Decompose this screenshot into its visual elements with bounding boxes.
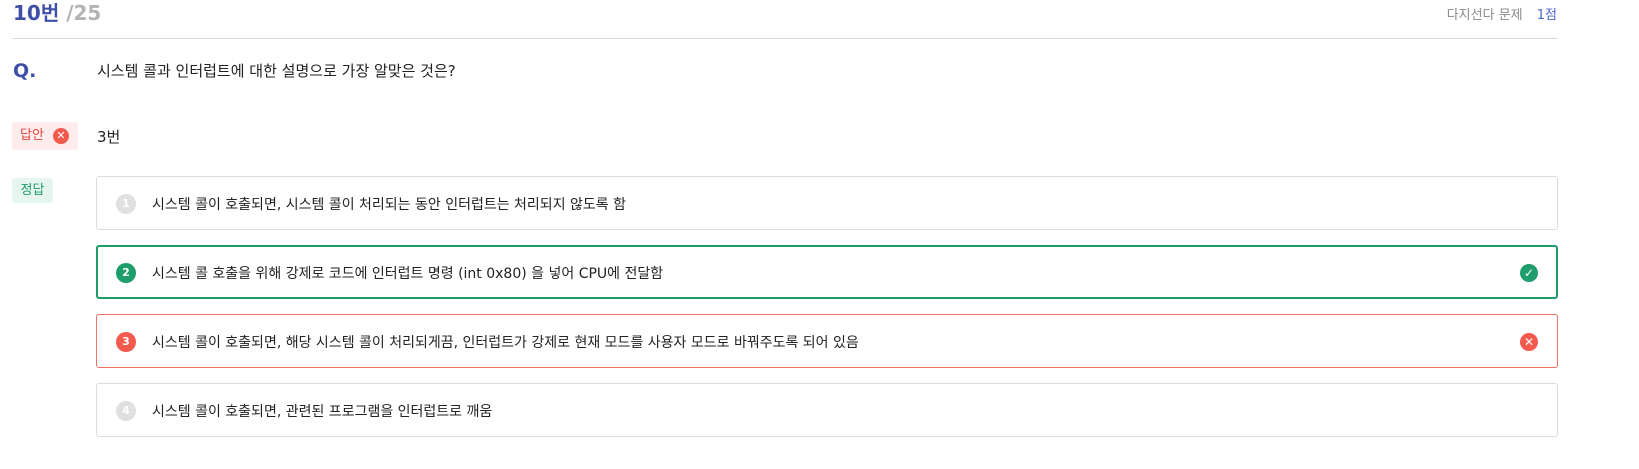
question-header: 10번 /25 다지선다 문제 1점 — [12, 0, 1557, 39]
option-number: 2 — [116, 263, 136, 283]
my-answer-badge: 답안 ✕ — [12, 122, 78, 150]
my-answer-label: 답안 — [20, 128, 44, 143]
option-1[interactable]: 1 시스템 콜이 호출되면, 시스템 콜이 처리되는 동안 인터럽트는 처리되지… — [96, 176, 1558, 230]
question-meta: 다지선다 문제 1점 — [1447, 4, 1557, 23]
question-total: /25 — [66, 1, 102, 25]
question-number: 10번 — [13, 1, 60, 25]
option-number: 1 — [116, 194, 136, 214]
option-number: 4 — [116, 401, 136, 421]
option-text: 시스템 콜 호출을 위해 강제로 코드에 인터럽트 명령 (int 0x80) … — [152, 266, 664, 282]
option-text: 시스템 콜이 호출되면, 시스템 콜이 처리되는 동안 인터럽트는 처리되지 않… — [152, 197, 626, 213]
option-text: 시스템 콜이 호출되면, 관련된 프로그램을 인터럽트로 깨움 — [152, 404, 493, 420]
option-3[interactable]: 3 시스템 콜이 호출되면, 해당 시스템 콜이 처리되게끔, 인터럽트가 강제… — [96, 314, 1558, 368]
check-circle-icon: ✓ — [1520, 264, 1538, 282]
question-type: 다지선다 문제 — [1446, 8, 1523, 23]
question-label: Q. — [13, 60, 37, 82]
option-number: 3 — [116, 332, 136, 352]
question-counter: 10번 /25 — [13, 0, 101, 26]
x-circle-icon: ✕ — [53, 128, 69, 144]
option-text: 시스템 콜이 호출되면, 해당 시스템 콜이 처리되게끔, 인터럽트가 강제로 … — [152, 335, 859, 351]
option-2[interactable]: 2 시스템 콜 호출을 위해 강제로 코드에 인터럽트 명령 (int 0x80… — [96, 245, 1558, 299]
my-answer-value: 3번 — [97, 128, 121, 146]
x-circle-icon: ✕ — [1520, 333, 1538, 351]
correct-answer-badge: 정답 — [12, 178, 53, 203]
option-4[interactable]: 4 시스템 콜이 호출되면, 관련된 프로그램을 인터럽트로 깨움 — [96, 383, 1558, 437]
question-text: 시스템 콜과 인터럽트에 대한 설명으로 가장 알맞은 것은? — [97, 62, 456, 80]
question-points: 1점 — [1536, 8, 1557, 23]
